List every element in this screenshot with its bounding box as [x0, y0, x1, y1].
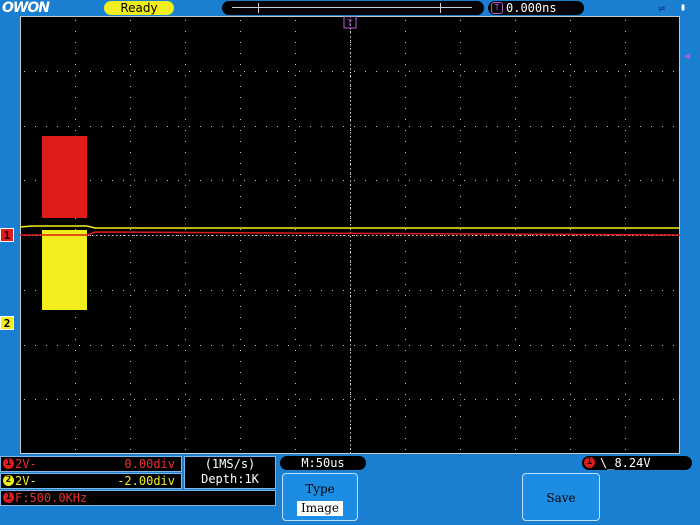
memory-track [232, 7, 472, 8]
waveform-grid: T [19, 15, 681, 454]
trigger-time-readout: T 0.000ns [488, 1, 584, 15]
sample-rate: (1MS/s) [204, 457, 256, 471]
save-label: Save [546, 491, 576, 505]
memory-window-start [258, 3, 259, 13]
ch2-volts-div: 2V- [15, 474, 37, 488]
acquisition-info: (1MS/s) Depth:1K [184, 456, 276, 489]
run-status-badge: Ready [104, 1, 174, 15]
svg-text:T: T [347, 19, 353, 29]
save-button[interactable]: Save [522, 473, 600, 521]
trigger-time-icon: T [491, 2, 503, 14]
trigger-level-marker[interactable]: ◀ [684, 52, 694, 62]
frequency-readout: 1 F:500.0KHz [0, 490, 276, 506]
ch2-offset: -2.00div [117, 474, 175, 488]
ch1-burst [42, 136, 87, 218]
ch1-volts-div: 2V- [15, 457, 37, 471]
trigger-level-value: \_8.24V [600, 456, 651, 470]
ch2-icon: 2 [3, 475, 14, 486]
type-label: Type [305, 482, 335, 496]
timebase-readout: M:50us [280, 456, 366, 470]
ch2-settings: 2 2V- -2.00div [0, 473, 182, 489]
usb-icon: ⇌ [658, 1, 666, 15]
type-menu-button[interactable]: Type Image [282, 473, 358, 521]
memory-position-bar [222, 1, 484, 15]
ch1-offset: 0.00div [124, 457, 175, 471]
ch1-settings: 1 2V- 0.00div [0, 456, 182, 472]
ch2-burst [42, 230, 87, 310]
ch2-offset-marker[interactable]: 2 [0, 316, 14, 330]
memory-depth: Depth:1K [201, 472, 259, 486]
trigger-channel-icon: 1 [584, 457, 595, 468]
trigger-readout: 1 \_8.24V [582, 456, 692, 470]
freq-channel-icon: 1 [3, 492, 14, 503]
ch1-offset-marker[interactable]: 1 [0, 228, 14, 242]
ch1-icon: 1 [3, 458, 14, 469]
memory-window-end [440, 3, 441, 13]
brand-logo: OWON [2, 0, 50, 16]
type-value: Image [297, 501, 343, 516]
frequency-value: F:500.0KHz [15, 491, 88, 505]
waveform-display: T [19, 15, 681, 454]
trigger-time-value: 0.000ns [506, 1, 557, 15]
battery-icon: ▮ [680, 2, 687, 13]
ch2-trace [19, 225, 680, 229]
